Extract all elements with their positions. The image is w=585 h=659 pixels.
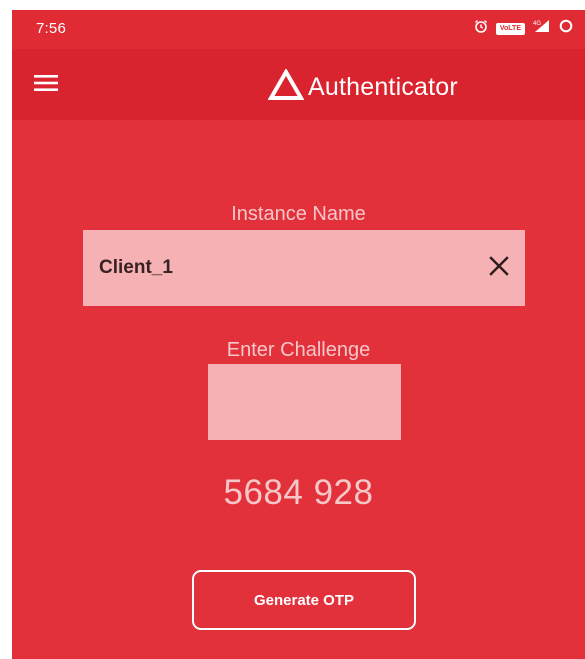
triangle-logo-icon xyxy=(267,67,305,106)
app-title-group: Authenticator xyxy=(267,67,458,106)
app-toolbar: Authenticator xyxy=(12,49,585,120)
menu-button[interactable] xyxy=(28,71,64,99)
generate-otp-button[interactable]: Generate OTP xyxy=(192,570,416,630)
close-icon xyxy=(488,255,510,282)
challenge-input[interactable] xyxy=(208,364,401,440)
clear-instance-button[interactable] xyxy=(485,254,513,282)
challenge-label: Enter Challenge xyxy=(226,339,371,361)
instance-name-field xyxy=(83,230,525,306)
status-icons: VoLTE 4G xyxy=(474,19,573,38)
volte-icon: VoLTE xyxy=(495,22,525,35)
signal-icon: 4G xyxy=(533,19,551,38)
instance-name-label: Instance Name xyxy=(231,203,366,225)
instance-name-input[interactable] xyxy=(99,254,459,282)
svg-text:4G: 4G xyxy=(533,21,541,27)
status-bar: 7:56 VoLTE 4G xyxy=(12,10,585,49)
otp-value: 5684 928 xyxy=(223,473,374,512)
hamburger-menu-icon xyxy=(34,74,58,97)
loading-icon xyxy=(559,19,573,38)
status-time: 7:56 xyxy=(36,20,66,37)
alarm-icon xyxy=(474,19,488,38)
app-screen: 7:56 VoLTE 4G Authenticator Instance Nam… xyxy=(12,10,585,659)
app-title: Authenticator xyxy=(308,73,458,101)
